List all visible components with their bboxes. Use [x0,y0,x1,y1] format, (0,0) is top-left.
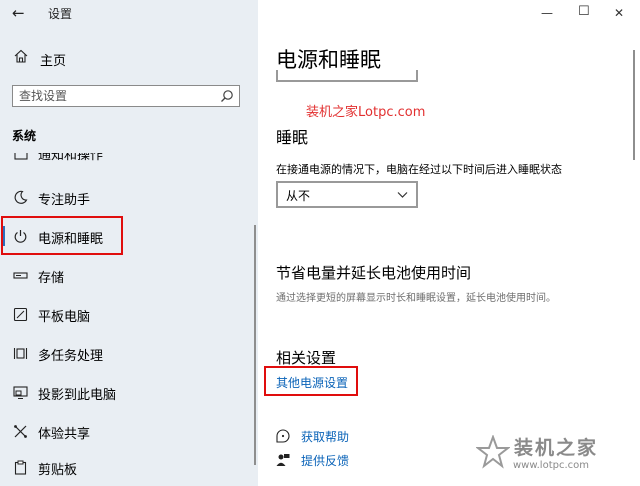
window-title: 设置 [48,7,73,21]
screen-timeout-select-partial[interactable] [276,70,418,82]
select-value: 从不 [286,189,311,203]
related-settings-heading: 相关设置 [276,349,337,367]
sidebar-item-multitasking[interactable]: 多任务处理 [0,336,258,370]
search-icon[interactable] [220,89,234,103]
star-logo-icon [476,435,510,469]
sidebar-item-label: 存储 [38,271,65,286]
give-feedback-link[interactable]: 提供反馈 [301,452,349,469]
battery-saver-description: 通过选择更短的屏幕显示时长和睡眠设置，延长电池使用时间。 [276,293,556,304]
tablet-icon [13,307,28,322]
sidebar-item-shared-experiences[interactable]: 体验共享 [0,414,258,448]
watermark-text: 装机之家Lotpc.com [306,105,426,120]
brand-url: www.lotpc.com [513,460,589,471]
sidebar-item-label: 投影到此电脑 [38,388,117,403]
home-icon [14,49,28,63]
sidebar-item-label: 剪贴板 [38,463,78,478]
projecting-icon [13,386,28,399]
sidebar-item-notifications[interactable]: 通知和操作 [0,153,258,167]
clipboard-icon [14,460,27,475]
sidebar-item-home[interactable]: 主页 [0,46,258,72]
highlight-box-power-link [264,366,358,396]
battery-saver-heading: 节省电量并延长电池使用时间 [276,264,472,282]
brand-watermark: 装机之家 www.lotpc.com [476,431,636,481]
give-feedback-row[interactable]: 提供反馈 [276,451,426,469]
brand-name: 装机之家 [514,437,599,459]
multitasking-icon [13,348,28,359]
sidebar-scrollbar[interactable] [254,225,256,465]
sidebar-item-projecting[interactable]: 投影到此电脑 [0,375,258,409]
maximize-icon[interactable]: ☐ [578,4,590,19]
sleep-plugged-in-select[interactable]: 从不 [276,181,418,208]
sidebar-item-clipboard[interactable]: 剪贴板 [0,450,258,484]
sidebar-item-label: 通知和操作 [38,153,104,163]
notifications-icon [14,153,28,160]
chevron-down-icon [397,192,408,198]
sidebar-item-label: 主页 [40,54,67,69]
help-icon [276,429,290,443]
sidebar-item-label: 专注助手 [38,193,91,208]
main-scrollbar[interactable] [633,50,635,160]
highlight-box-power-sleep [1,216,123,255]
section-heading-system: 系统 [12,129,37,143]
sidebar-item-focus-assist[interactable]: 专注助手 [0,180,258,214]
sidebar-item-tablet[interactable]: 平板电脑 [0,297,258,331]
storage-icon [13,272,28,279]
sleep-description: 在接通电源的情况下，电脑在经过以下时间后进入睡眠状态 [276,163,562,176]
sleep-heading: 睡眠 [276,128,309,147]
close-icon[interactable]: ✕ [614,6,624,20]
shared-experiences-icon [14,425,27,438]
sidebar-item-storage[interactable]: 存储 [0,258,258,292]
search-box[interactable] [12,85,240,107]
minimize-icon[interactable]: — [541,6,553,20]
sidebar-item-label: 体验共享 [38,427,91,442]
get-help-link[interactable]: 获取帮助 [301,428,349,445]
feedback-icon [276,454,290,466]
sidebar-item-label: 多任务处理 [38,349,104,364]
search-input[interactable] [19,88,209,104]
back-arrow-icon[interactable]: ← [12,4,25,22]
moon-icon [14,190,28,204]
get-help-row[interactable]: 获取帮助 [276,427,426,445]
sidebar-item-label: 平板电脑 [38,310,91,325]
